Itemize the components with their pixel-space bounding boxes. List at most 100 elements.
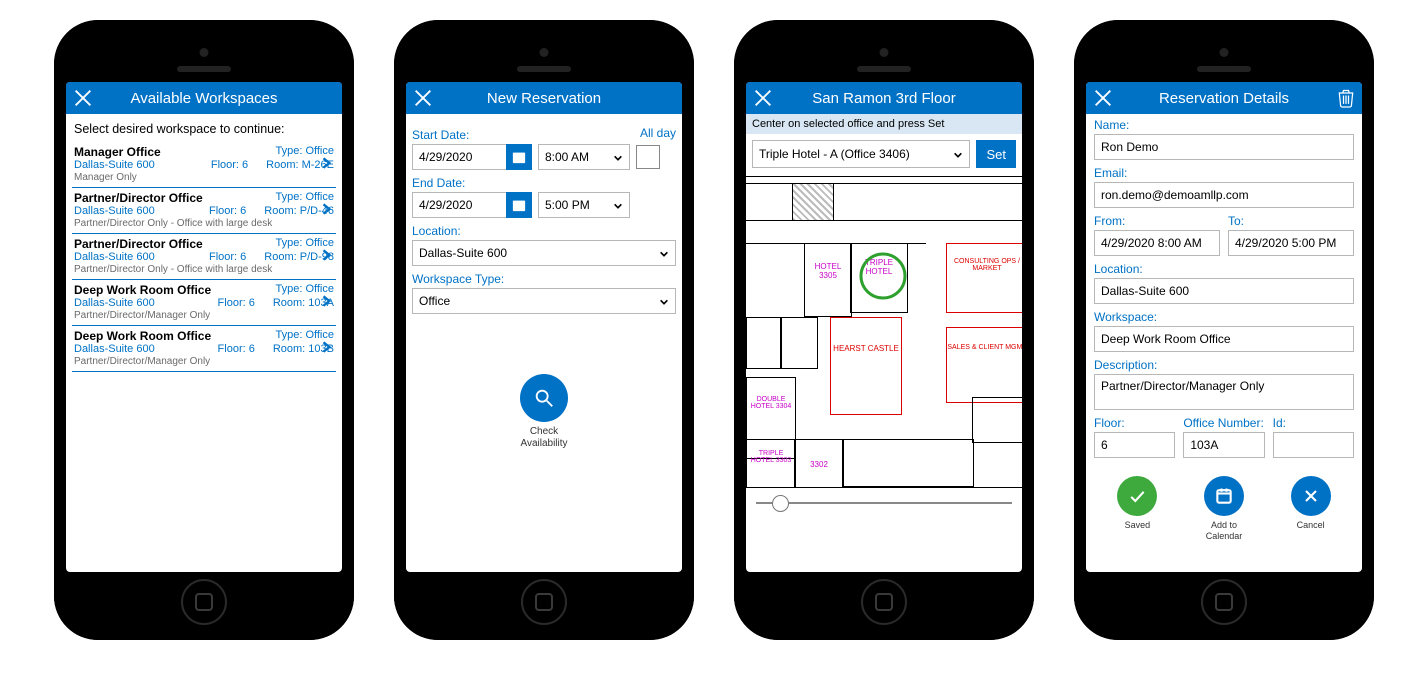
page-title: San Ramon 3rd Floor: [746, 90, 1022, 107]
header: San Ramon 3rd Floor: [746, 82, 1022, 114]
office-number-label: Office Number:: [1183, 416, 1264, 430]
room-triple-hotel-2: TRIPLE HOTEL 3303: [746, 439, 796, 488]
cancel-label: Cancel: [1291, 520, 1331, 531]
end-date-label: End Date:: [412, 176, 676, 190]
end-time-select[interactable]: 5:00 PM: [538, 192, 630, 218]
workspace-name: Partner/Director Office: [74, 191, 203, 205]
header: New Reservation: [406, 82, 682, 114]
name-input[interactable]: Ron Demo: [1094, 134, 1354, 160]
workspace-floor: Floor: 6: [218, 343, 255, 355]
check-availability-button[interactable]: [520, 374, 568, 422]
start-date-input[interactable]: 4/29/2020: [412, 144, 506, 170]
workspace-item[interactable]: Partner/Director OfficeType: OfficeDalla…: [72, 188, 336, 234]
workspace-desc: Partner/Director/Manager Only: [74, 356, 334, 367]
calendar-icon[interactable]: [506, 144, 532, 170]
to-label: To:: [1228, 214, 1354, 228]
phone-reservation-details: Reservation Details Name: Ron Demo Email…: [1074, 20, 1374, 640]
add-to-calendar-label: Add to Calendar: [1204, 520, 1244, 542]
workspace-desc: Manager Only: [74, 172, 334, 183]
instruction-text: Select desired workspace to continue:: [72, 118, 336, 142]
phone-available-workspaces: Available Workspaces Select desired work…: [54, 20, 354, 640]
id-input[interactable]: [1273, 432, 1354, 458]
workspace-floor: Floor: 6: [209, 205, 246, 217]
office-number-input[interactable]: 103A: [1183, 432, 1264, 458]
workspace-item[interactable]: Deep Work Room OfficeType: OfficeDallas-…: [72, 280, 336, 326]
workspace-item[interactable]: Deep Work Room OfficeType: OfficeDallas-…: [72, 326, 336, 372]
location-label: Location:: [1094, 262, 1354, 276]
zoom-slider[interactable]: [756, 502, 1012, 504]
workspace-location: Dallas-Suite 600: [74, 205, 191, 217]
workspace-floor: Floor: 6: [218, 297, 255, 309]
check-availability-label: Check Availability: [412, 426, 676, 450]
workspace-name: Deep Work Room Office: [74, 329, 211, 343]
email-label: Email:: [1094, 166, 1354, 180]
add-to-calendar-button[interactable]: [1204, 476, 1244, 516]
room-3302: 3302: [794, 439, 844, 488]
workspace-type-label: Workspace Type:: [412, 272, 676, 286]
cancel-button[interactable]: [1291, 476, 1331, 516]
home-button[interactable]: [1201, 579, 1247, 625]
phone-new-reservation: New Reservation Start Date: All day 4/29…: [394, 20, 694, 640]
from-input[interactable]: 4/29/2020 8:00 AM: [1094, 230, 1220, 256]
email-input[interactable]: ron.demo@demoamllp.com: [1094, 182, 1354, 208]
saved-button[interactable]: [1117, 476, 1157, 516]
workspace-input[interactable]: Deep Work Room Office: [1094, 326, 1354, 352]
workspace-item[interactable]: Manager OfficeType: OfficeDallas-Suite 6…: [72, 142, 336, 188]
floor-label: Floor:: [1094, 416, 1175, 430]
header: Available Workspaces: [66, 82, 342, 114]
chevron-right-icon: [320, 340, 334, 354]
location-select[interactable]: Dallas-Suite 600: [412, 240, 676, 266]
workspace-item[interactable]: Partner/Director OfficeType: OfficeDalla…: [72, 234, 336, 280]
workspace-location: Dallas-Suite 600: [74, 343, 200, 355]
close-icon[interactable]: [752, 87, 774, 109]
workspace-location: Dallas-Suite 600: [74, 297, 200, 309]
close-icon[interactable]: [412, 87, 434, 109]
page-title: New Reservation: [406, 90, 682, 107]
all-day-label: All day: [640, 126, 676, 140]
start-date-label: Start Date:: [412, 128, 634, 142]
floor-plan-map[interactable]: HOTEL 3305 TRIPLE HOTEL CONSULTING OPS /…: [746, 176, 1022, 488]
all-day-checkbox[interactable]: [636, 145, 660, 169]
delete-icon[interactable]: [1336, 88, 1356, 108]
from-label: From:: [1094, 214, 1220, 228]
workspace-desc: Partner/Director/Manager Only: [74, 310, 334, 321]
workspace-floor: Floor: 6: [209, 251, 246, 263]
chevron-right-icon: [320, 294, 334, 308]
room-hearst: HEARST CASTLE: [830, 317, 902, 415]
id-label: Id:: [1273, 416, 1354, 430]
room-sales: SALES & CLIENT MGMT: [946, 327, 1022, 403]
saved-label: Saved: [1117, 520, 1157, 531]
workspace-desc: Partner/Director Only - Office with larg…: [74, 218, 334, 229]
name-label: Name:: [1094, 118, 1354, 132]
workspace-location: Dallas-Suite 600: [74, 159, 193, 171]
calendar-icon[interactable]: [506, 192, 532, 218]
set-button[interactable]: Set: [976, 140, 1016, 168]
tip-text: Center on selected office and press Set: [746, 114, 1022, 134]
office-select[interactable]: Triple Hotel - A (Office 3406): [752, 140, 970, 168]
room-consulting: CONSULTING OPS / MARKET: [946, 243, 1022, 313]
chevron-right-icon: [320, 202, 334, 216]
description-input[interactable]: Partner/Director/Manager Only: [1094, 374, 1354, 410]
workspace-floor: Floor: 6: [211, 159, 248, 171]
close-icon[interactable]: [1092, 87, 1114, 109]
workspace-name: Partner/Director Office: [74, 237, 203, 251]
workspace-name: Deep Work Room Office: [74, 283, 211, 297]
end-date-input[interactable]: 4/29/2020: [412, 192, 506, 218]
close-icon[interactable]: [72, 87, 94, 109]
header: Reservation Details: [1086, 82, 1362, 114]
home-button[interactable]: [181, 579, 227, 625]
chevron-right-icon: [320, 248, 334, 262]
workspace-desc: Partner/Director Only - Office with larg…: [74, 264, 334, 275]
phone-floor-plan: San Ramon 3rd Floor Center on selected o…: [734, 20, 1034, 640]
start-time-select[interactable]: 8:00 AM: [538, 144, 630, 170]
workspace-type-select[interactable]: Office: [412, 288, 676, 314]
home-button[interactable]: [521, 579, 567, 625]
workspace-label: Workspace:: [1094, 310, 1354, 324]
home-button[interactable]: [861, 579, 907, 625]
page-title: Reservation Details: [1086, 90, 1362, 107]
chevron-right-icon: [320, 156, 334, 170]
floor-input[interactable]: 6: [1094, 432, 1175, 458]
to-input[interactable]: 4/29/2020 5:00 PM: [1228, 230, 1354, 256]
location-input[interactable]: Dallas-Suite 600: [1094, 278, 1354, 304]
page-title: Available Workspaces: [66, 90, 342, 107]
